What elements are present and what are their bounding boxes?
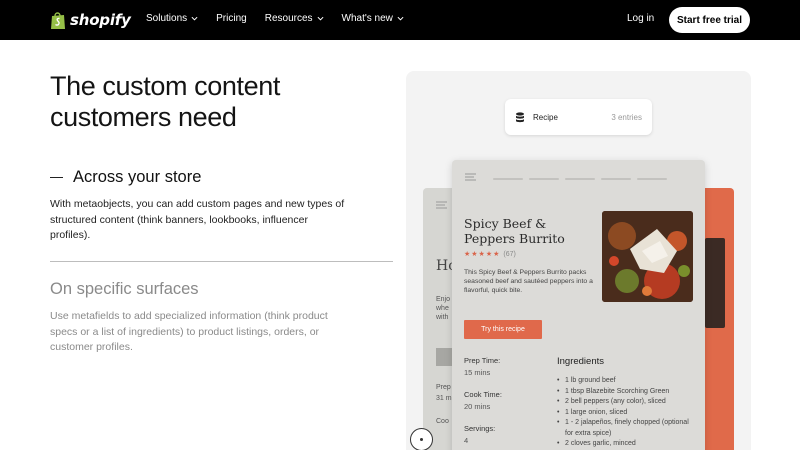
nav-solutions-label: Solutions [146,13,188,24]
ingredient-item: 1 large onion, sliced [557,408,697,419]
section-across-store-title: Across your store [73,168,202,186]
section-specific-surfaces-body: Use metafields to add specialized inform… [50,310,328,353]
back-card-left-line: Enjo [436,296,451,303]
placeholder-bar [565,178,595,180]
ingredients-title: Ingredients [557,356,605,367]
rating-stars: ★★★★★ (67) [464,250,516,258]
shopify-logo[interactable]: shopify [50,9,131,31]
ingredient-item: 2 cloves garlic, minced [557,439,697,450]
back-card-right-photo [705,238,725,328]
page-title: The custom content customers need [50,71,280,132]
logo-wordmark: shopify [70,11,131,29]
ingredient-item: 1 lb ground beef [557,376,697,387]
stars-glyphs: ★★★★★ [464,251,501,258]
document-icon [465,173,476,181]
recipe-title: Spicy Beef & Peppers Burrito [464,216,565,246]
nav-pricing[interactable]: Pricing [216,13,247,24]
nav-resources-label: Resources [264,13,313,24]
nav-links: Solutions Pricing Resources What's new [146,13,404,24]
pill-label: Recipe [533,112,558,122]
cook-time-label: Cook Time: [464,390,502,399]
back-card-left-meta: Coo [436,418,449,425]
nav-whats-new[interactable]: What's new [342,13,404,24]
recipe-photo [602,211,693,302]
prep-time-value: 15 mins [464,368,491,377]
servings-label: Servings: [464,424,496,433]
recipe-description: This Spicy Beef & Peppers Burrito packs … [464,269,593,294]
section-across-store-body: With metaobjects, you can add custom pag… [50,198,345,241]
ingredients-list: 1 lb ground beef 1 tbsp Blazebite Scorch… [557,376,697,450]
ingredient-item: 1 - 2 jalapeños, finely chopped (optiona… [557,418,697,439]
document-icon [436,201,447,209]
nav-resources[interactable]: Resources [265,13,324,24]
nav-solutions[interactable]: Solutions [146,13,198,24]
section-divider [50,261,393,262]
chevron-down-icon [317,16,324,21]
back-card-left-meta: 31 m [436,395,452,402]
card-placeholder-bars [493,178,667,180]
login-link[interactable]: Log in [627,13,654,24]
start-free-trial-button[interactable]: Start free trial [669,7,750,33]
back-card-left-meta: Prep [436,384,451,391]
placeholder-bar [637,178,667,180]
placeholder-bar [601,178,631,180]
chevron-down-icon [191,16,198,21]
recipe-entries-pill: Recipe 3 entries [505,99,652,135]
ingredient-item: 2 bell peppers (any color), sliced [557,397,697,408]
ingredient-item: 1 tbsp Blazebite Scorching Green [557,387,697,398]
active-indicator-dash [50,176,63,179]
recipe-card: Spicy Beef & Peppers Burrito ★★★★★ (67) T… [452,160,705,450]
section-across-store-header[interactable]: Across your store [50,168,201,187]
try-recipe-button[interactable]: Try this recipe [464,320,542,339]
section-specific-surfaces-title[interactable]: On specific surfaces [50,280,199,299]
servings-value: 4 [464,436,469,445]
rating-count: (67) [503,251,516,258]
nav-pricing-label: Pricing [216,13,247,24]
pill-count: 3 entries [611,112,642,122]
back-card-left-line: with [436,314,449,321]
chevron-down-icon [397,16,404,21]
database-icon [516,111,524,122]
play-indicator-icon [420,438,423,441]
play-pause-button[interactable] [410,428,433,450]
burrito-image [602,211,693,302]
nav-whats-new-label: What's new [341,13,393,24]
shopping-bag-icon [50,11,66,30]
top-nav: shopify Solutions Pricing Resources What… [0,0,800,40]
cook-time-value: 20 mins [464,402,491,411]
prep-time-label: Prep Time: [464,356,501,365]
placeholder-bar [529,178,559,180]
back-card-left-line: whe [436,305,449,312]
placeholder-bar [493,178,523,180]
